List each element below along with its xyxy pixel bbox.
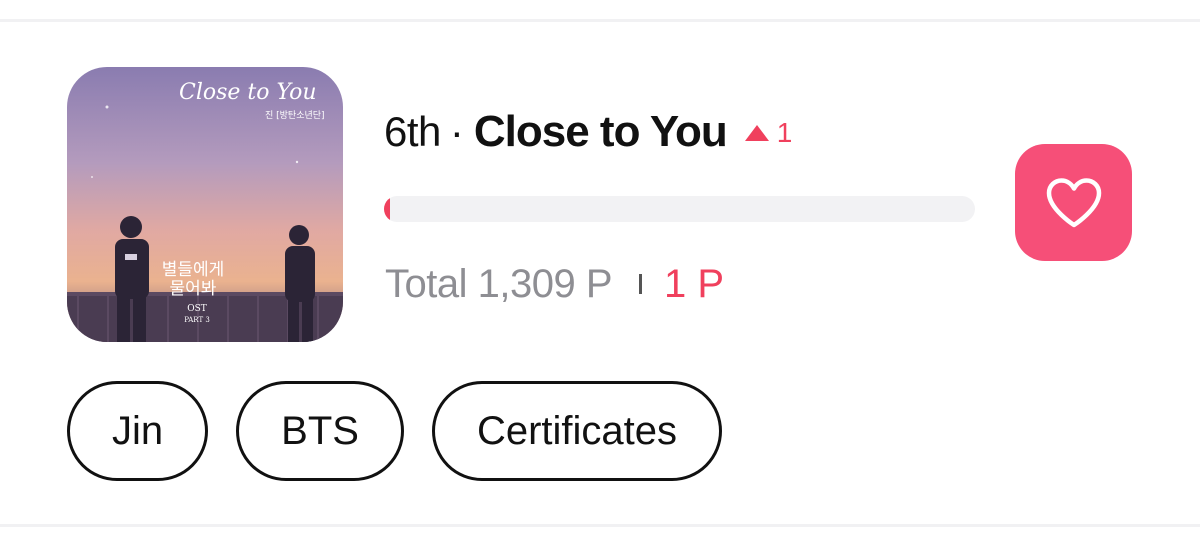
rank-title-row: 6th · Close to You 1 bbox=[384, 104, 792, 160]
heart-icon bbox=[1046, 177, 1101, 227]
rank-separator: · bbox=[449, 108, 464, 155]
tag-jin[interactable]: Jin bbox=[67, 381, 209, 481]
tag-list: Jin BTS Certificates bbox=[67, 381, 722, 481]
album-cover-ost-part: PART 3 bbox=[184, 316, 210, 324]
total-points: Total 1,309 P bbox=[385, 261, 613, 306]
album-cover-korean-title-2: 물어봐 bbox=[170, 279, 217, 299]
album-cover[interactable]: Close to You 진 [방탄소년단] 별들에게 물어봐 OST PART… bbox=[67, 67, 343, 342]
triangle-up-icon bbox=[744, 125, 769, 141]
album-cover-script-title: Close to You bbox=[179, 80, 317, 105]
like-button[interactable] bbox=[1015, 144, 1132, 261]
points-separator bbox=[639, 274, 642, 294]
rank-label: 6th bbox=[384, 108, 441, 155]
song-title[interactable]: Close to You bbox=[474, 107, 728, 157]
top-divider bbox=[0, 19, 1200, 22]
album-cover-artist: 진 [방탄소년단] bbox=[265, 110, 325, 121]
my-points: 1 P bbox=[664, 261, 725, 306]
bottom-divider bbox=[0, 524, 1200, 527]
points-progress-fill bbox=[384, 196, 390, 222]
points-progress-bar bbox=[384, 196, 975, 222]
album-cover-ost: OST bbox=[187, 304, 207, 314]
points-row: Total 1,309 P 1 P bbox=[385, 258, 724, 310]
album-cover-korean-title-1: 별들에게 bbox=[162, 260, 225, 280]
rank-change: 1 bbox=[744, 117, 793, 149]
tag-bts[interactable]: BTS bbox=[236, 381, 404, 481]
album-cover-image: Close to You 진 [방탄소년단] 별들에게 물어봐 OST PART… bbox=[67, 67, 343, 342]
rank-change-value: 1 bbox=[776, 117, 793, 148]
tag-certificates[interactable]: Certificates bbox=[431, 381, 722, 481]
